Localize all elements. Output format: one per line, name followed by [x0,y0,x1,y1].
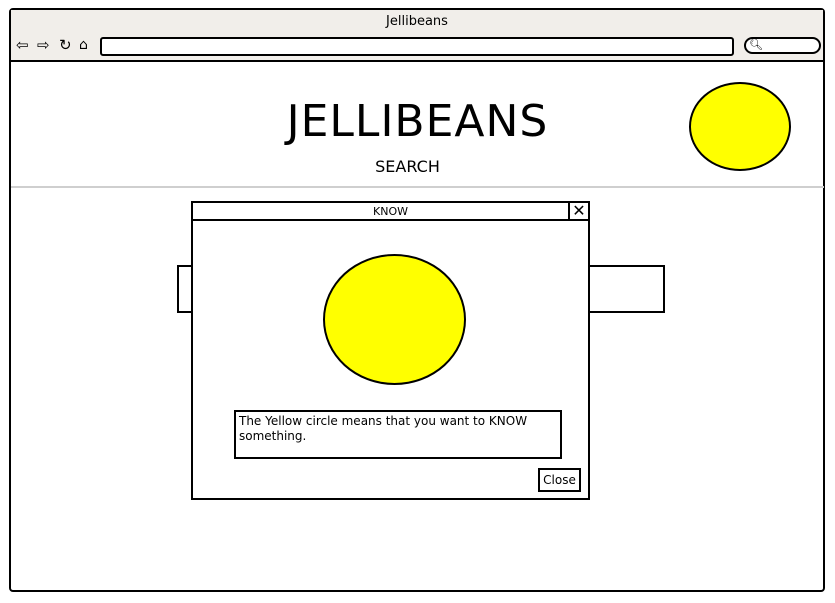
dialog-message: The Yellow circle means that you want to… [234,410,562,459]
know-dialog: KNOW ✕ The Yellow circle means that you … [191,201,590,500]
dialog-titlebar: KNOW ✕ [193,201,588,221]
right-panel-box [586,265,665,313]
reload-icon[interactable]: ↻ [59,38,72,53]
search-link[interactable]: SEARCH [0,157,815,176]
search-icon: 🔍︎ [749,38,763,51]
close-button[interactable]: Close [538,468,581,492]
home-icon[interactable]: ⌂ [79,38,88,53]
browser-search-field[interactable]: 🔍︎ [744,37,821,54]
dialog-title: KNOW [373,205,408,218]
browser-chrome: Jellibeans ⇦ ⇨ ↻ ⌂ 🔍︎ [11,10,823,62]
address-bar[interactable] [100,37,734,56]
header-divider [11,186,824,188]
header-yellow-circle[interactable] [689,82,791,171]
back-arrow-icon[interactable]: ⇦ [16,38,29,53]
window-title: Jellibeans [386,14,448,29]
dialog-yellow-circle [323,254,466,385]
close-icon[interactable]: ✕ [568,201,588,220]
forward-arrow-icon[interactable]: ⇨ [37,38,50,53]
